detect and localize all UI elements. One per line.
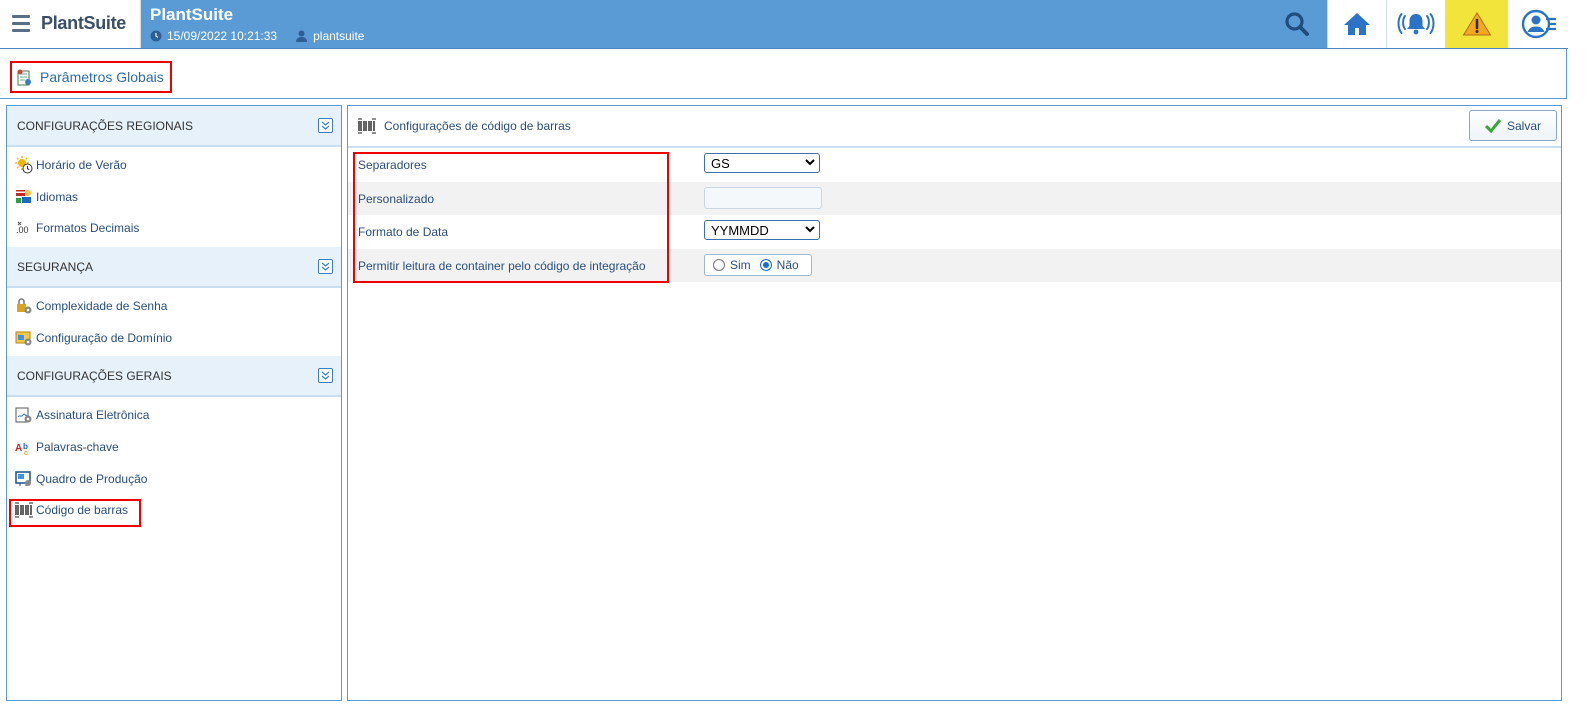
svg-text:A: A (15, 443, 22, 454)
section-title: SEGURANÇA (17, 259, 94, 274)
domain-icon (15, 329, 33, 347)
check-icon (1484, 118, 1501, 133)
sidebar-item-label: Palavras-chave (36, 439, 119, 454)
datetime: 15/09/2022 10:21:33 (167, 29, 278, 43)
chevron-down-icon[interactable] (318, 118, 333, 133)
radio-label-nao: Não (776, 257, 799, 272)
barcode-icon (358, 118, 376, 134)
page-title: Parâmetros Globais (40, 69, 164, 85)
lock-gear-icon (15, 297, 33, 315)
svg-text:.00: .00 (16, 225, 29, 235)
sidebar-item-horario-verao[interactable]: Horário de Verão (7, 149, 341, 181)
keywords-icon: Abc (15, 438, 33, 456)
bell-icon (1397, 13, 1435, 35)
section-header-seguranca[interactable]: SEGURANÇA (7, 247, 341, 289)
user-icon (296, 30, 308, 42)
section-title: CONFIGURAÇÕES REGIONAIS (17, 118, 194, 133)
search-button[interactable] (1278, 6, 1316, 42)
menu-icon[interactable] (12, 15, 30, 33)
personalizado-input[interactable] (704, 186, 822, 209)
sidebar-item-label: Idiomas (36, 189, 79, 204)
settings-sidebar: CONFIGURAÇÕES REGIONAIS Horário de Verão… (6, 105, 342, 701)
search-icon (1285, 12, 1309, 36)
section-header-gerais[interactable]: CONFIGURAÇÕES GERAIS (7, 356, 341, 398)
sidebar-item-label: Assinatura Eletrônica (36, 408, 150, 423)
username: plantsuite (313, 29, 365, 43)
sidebar-item-configuracao-dominio[interactable]: Configuração de Domínio (7, 322, 341, 354)
page-header: Parâmetros Globais (0, 49, 1567, 99)
decimal-icon: .00 (15, 219, 33, 237)
brand-logo[interactable]: PlantSuite (41, 13, 126, 34)
user-menu-button[interactable] (1507, 0, 1569, 48)
sidebar-item-palavras-chave[interactable]: Abc Palavras-chave (7, 431, 341, 463)
signature-icon (15, 406, 33, 424)
save-label: Salvar (1506, 118, 1541, 133)
select-value: GS (711, 155, 730, 171)
user-info: plantsuite (295, 29, 364, 43)
top-bar: PlantSuite PlantSuite 15/09/2022 10:21:3… (0, 0, 1569, 49)
formato-data-select[interactable]: YYMMDD (704, 220, 820, 240)
content-title: Configurações de código de barras (384, 119, 571, 133)
sidebar-item-complexidade-senha[interactable]: Complexidade de Senha (7, 290, 341, 322)
sidebar-item-label: Formatos Decimais (36, 221, 140, 236)
notifications-button[interactable] (1386, 0, 1445, 48)
home-icon (1344, 13, 1370, 35)
chevron-down-icon[interactable] (318, 259, 333, 275)
sidebar-item-quadro-producao[interactable]: Quadro de Produção (7, 463, 341, 495)
section-header-regional[interactable]: CONFIGURAÇÕES REGIONAIS (7, 106, 341, 147)
radio-label-sim: Sim (730, 257, 751, 272)
sidebar-item-assinatura-eletronica[interactable]: Assinatura Eletrônica (7, 399, 341, 431)
user-settings-icon (1521, 9, 1556, 39)
warning-icon (1462, 12, 1491, 36)
save-button[interactable]: Salvar (1469, 110, 1557, 141)
page-title-box: Parâmetros Globais (10, 61, 172, 93)
chevron-down-icon (805, 159, 815, 166)
svg-text:c: c (24, 450, 28, 456)
sun-clock-icon (15, 155, 33, 174)
radio-nao[interactable] (759, 258, 772, 271)
app-title: PlantSuite (150, 5, 234, 24)
content-header: Configurações de código de barras Salvar (348, 106, 1561, 148)
radio-sim[interactable] (713, 258, 725, 271)
select-value: YYMMDD (711, 222, 769, 238)
chevron-down-icon[interactable] (318, 368, 333, 384)
clock-icon (150, 30, 162, 42)
sidebar-item-formatos-decimais[interactable]: .00 Formatos Decimais (7, 212, 341, 244)
alerts-button[interactable] (1445, 0, 1507, 48)
flags-icon (15, 188, 33, 206)
session-info: 15/09/2022 10:21:33 plantsuite (150, 29, 364, 43)
chevron-down-icon (805, 226, 815, 233)
highlight-box (9, 499, 141, 527)
sidebar-item-label: Configuração de Domínio (36, 330, 173, 345)
sidebar-item-label: Quadro de Produção (36, 471, 148, 486)
sidebar-item-label: Complexidade de Senha (36, 298, 168, 313)
separadores-select[interactable]: GS (704, 153, 820, 173)
sidebar-item-idiomas[interactable]: Idiomas (7, 181, 341, 213)
home-button[interactable] (1327, 0, 1386, 48)
permitir-radio-group: Sim Não (704, 253, 812, 276)
brand-area: PlantSuite (0, 0, 141, 48)
production-board-icon (15, 470, 33, 488)
settings-content: Configurações de código de barras Salvar… (347, 105, 1562, 701)
section-title: CONFIGURAÇÕES GERAIS (17, 368, 172, 383)
highlight-box (353, 152, 669, 283)
settings-document-icon (17, 69, 31, 85)
sidebar-item-label: Horário de Verão (36, 157, 127, 172)
